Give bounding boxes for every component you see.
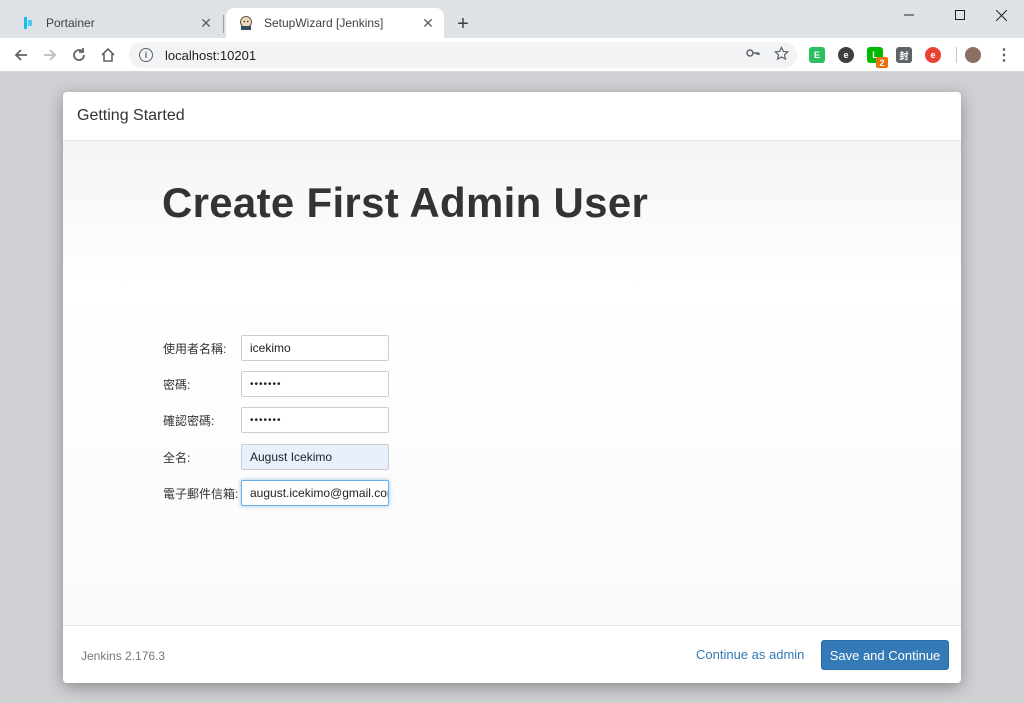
maximize-button[interactable] [937,0,983,30]
evernote-icon[interactable]: E [809,47,825,63]
home-icon [101,47,115,62]
jenkins-icon [238,15,254,31]
username-input[interactable]: icekimo [241,335,389,361]
password-input[interactable]: ••••••• [241,371,389,397]
browser-toolbar: i localhost:10201 E e L 封 e ⋮ [0,38,1024,72]
toolbar-divider [956,47,957,63]
extension-red-icon[interactable]: e [925,47,941,63]
close-icon[interactable]: ✕ [196,13,216,33]
info-icon[interactable]: i [139,48,153,62]
tab-strip: Portainer ✕ SetupWizard [Jenkins] ✕ + [0,0,1024,38]
tab-label: SetupWizard [Jenkins] [264,16,384,30]
tab-divider [223,15,224,33]
forward-button[interactable] [38,43,62,67]
key-icon[interactable] [746,46,760,64]
setup-dialog: Getting Started Create First Admin User … [63,92,961,683]
address-bar[interactable]: i localhost:10201 [129,42,797,68]
back-button[interactable] [9,43,33,67]
close-window-button[interactable] [978,0,1024,30]
page-viewport: Getting Started Create First Admin User … [0,73,1024,703]
forward-arrow-icon [44,49,57,61]
form-title: Create First Admin User [162,179,649,226]
jenkins-version: Jenkins 2.176.3 [81,649,166,663]
extension-feng-icon[interactable]: 封 [896,47,912,63]
dialog-header: Getting Started [63,92,961,141]
fullname-label: 全名: [163,450,191,465]
confirm-password-label: 確認密碼: [163,413,215,428]
email-input[interactable]: august.icekimo@gmail.com [241,480,389,506]
tab-label: Portainer [46,16,95,30]
avatar[interactable] [965,47,981,63]
menu-kebab-icon[interactable]: ⋮ [996,47,1012,64]
back-arrow-icon [14,49,27,61]
save-and-continue-button[interactable]: Save and Continue [821,640,949,670]
fullname-input[interactable]: August Icekimo [241,444,389,470]
close-icon[interactable]: ✕ [418,13,438,33]
star-icon[interactable] [773,45,790,64]
dialog-footer: Jenkins 2.176.3 Continue as admin Save a… [63,625,961,683]
extension-e-icon[interactable]: e [838,47,854,63]
reload-icon [73,48,85,61]
confirm-password-input[interactable]: ••••••• [241,407,389,433]
tab-portainer[interactable]: Portainer ✕ [8,8,222,38]
new-tab-button[interactable]: + [452,13,474,35]
password-label: 密碼: [163,377,191,392]
portainer-icon [20,15,36,31]
username-label: 使用者名稱: [163,341,227,356]
minimize-button[interactable] [886,0,932,30]
notification-badge: 2 [876,57,888,68]
home-button[interactable] [96,43,120,67]
tab-setupwizard[interactable]: SetupWizard [Jenkins] ✕ [226,8,444,38]
reload-button[interactable] [67,43,91,67]
dialog-body: Create First Admin User 使用者名稱: icekimo 密… [63,141,961,625]
url-text: localhost:10201 [165,47,257,63]
continue-as-admin-link[interactable]: Continue as admin [696,647,804,662]
email-label: 電子郵件信箱: [163,486,239,501]
dialog-title: Getting Started [77,107,185,124]
